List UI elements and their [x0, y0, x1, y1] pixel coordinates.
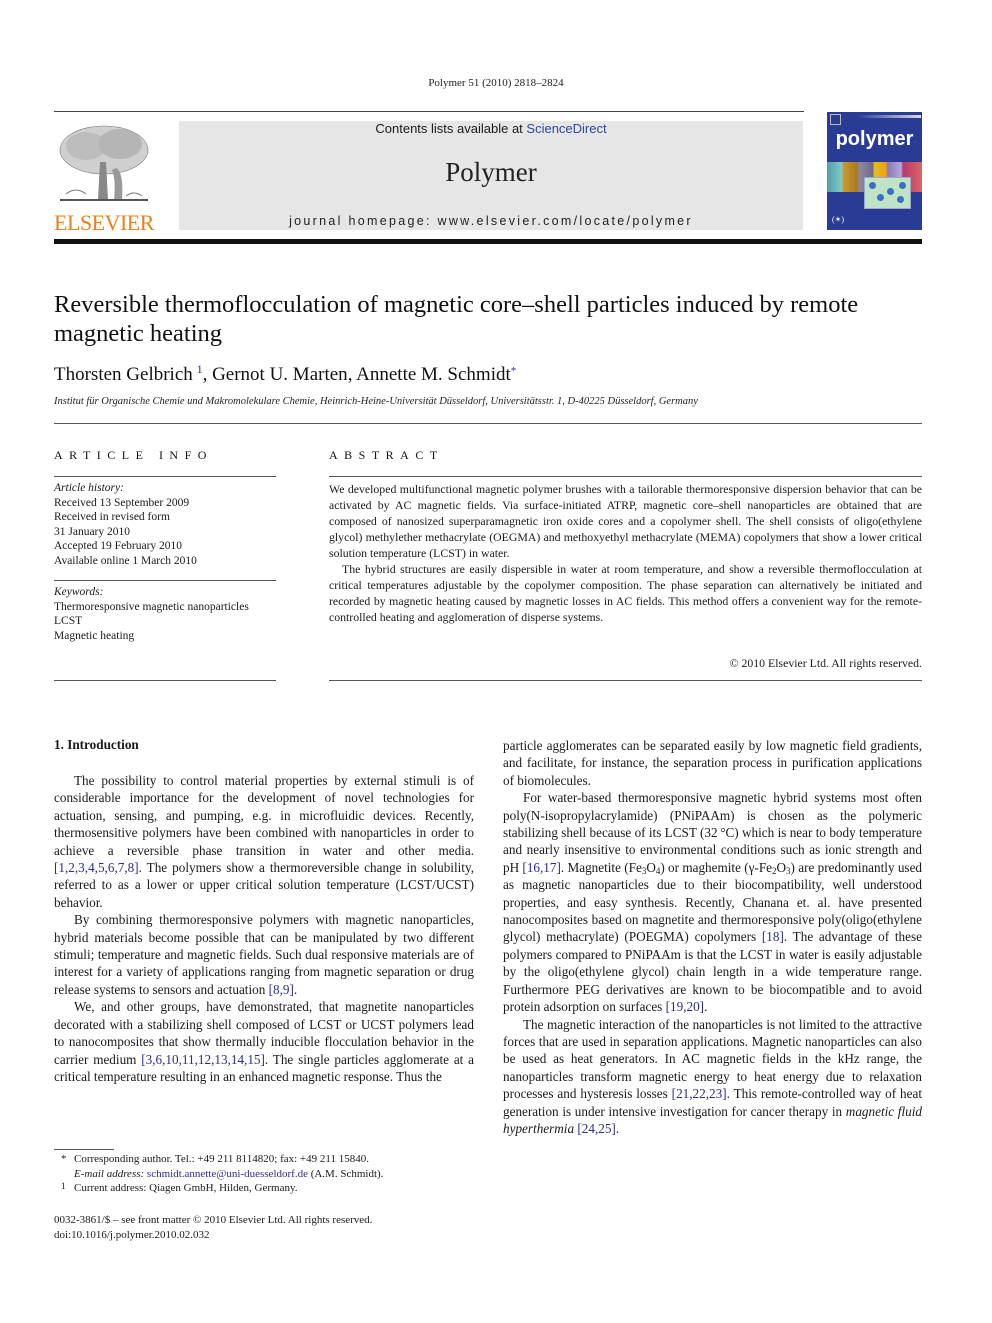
- header-thick-rule: [54, 239, 922, 244]
- citation-link[interactable]: [21,22,23]: [672, 1086, 727, 1101]
- body-column-right: particle agglomerates can be separated e…: [503, 737, 922, 1137]
- elsevier-tree-icon: [59, 125, 149, 201]
- article-info-divider: [54, 476, 276, 477]
- footnote-rule: [54, 1149, 114, 1150]
- article-title: Reversible thermoflocculation of magneti…: [54, 291, 859, 347]
- body-text: .: [615, 1120, 620, 1136]
- footnotes: * Corresponding author. Tel.: +49 211 81…: [54, 1152, 474, 1196]
- journal-name: Polymer: [445, 157, 537, 187]
- author-name[interactable]: Gernot U. Marten: [212, 364, 348, 385]
- keywords-divider: [54, 580, 276, 581]
- citation-link[interactable]: [1,2,3,4,5,6,7,8]: [54, 860, 139, 875]
- keyword: LCST: [54, 615, 83, 627]
- doi-link[interactable]: doi:10.1016/j.polymer.2010.02.032: [54, 1228, 372, 1243]
- citation-link[interactable]: [19,20]: [666, 999, 704, 1014]
- history-entry: Accepted 19 February 2010: [54, 540, 183, 552]
- header-divider: [54, 111, 804, 112]
- footnote-text: (A.M. Schmidt).: [307, 1167, 384, 1180]
- citation-link[interactable]: [18]: [762, 929, 784, 944]
- footnote-text: Current address: Qiagen GmbH, Hilden, Ge…: [74, 1182, 298, 1195]
- body-paragraph: The possibility to control material prop…: [54, 772, 474, 911]
- journal-banner: Contents lists available at ScienceDirec…: [179, 121, 803, 230]
- body-text: The possibility to control material prop…: [54, 773, 474, 858]
- contents-line: Contents lists available at ScienceDirec…: [179, 121, 803, 136]
- body-paragraph: particle agglomerates can be separated e…: [503, 738, 922, 788]
- article-info-bottom-rule: [54, 680, 276, 681]
- body-text: O: [776, 859, 787, 875]
- cover-publisher-box: [830, 114, 841, 125]
- journal-citation: Polymer 51 (2010) 2818–2824: [428, 77, 564, 89]
- elsevier-wordmark: ELSEVIER: [54, 210, 154, 235]
- author-footnote-mark[interactable]: 1: [197, 362, 203, 376]
- citation-link[interactable]: [3,6,10,11,12,13,14,15]: [141, 1052, 265, 1067]
- footnote-text: Corresponding author. Tel.: +49 211 8114…: [74, 1153, 369, 1165]
- introduction-heading: 1. Introduction: [54, 737, 139, 752]
- corresponding-author-mark[interactable]: *: [511, 365, 517, 377]
- history-entry: Received in revised form: [54, 511, 170, 523]
- keywords-block: Keywords: Thermoresponsive magnetic nano…: [54, 585, 276, 643]
- email-label: E-mail address:: [74, 1167, 147, 1180]
- cover-particle: [877, 194, 884, 201]
- abstract-copyright: © 2010 Elsevier Ltd. All rights reserved…: [729, 656, 922, 670]
- body-paragraph: The magnetic interaction of the nanopart…: [503, 1016, 922, 1138]
- cover-particle: [899, 182, 906, 189]
- footnote-corresponding: * Corresponding author. Tel.: +49 211 81…: [54, 1152, 474, 1181]
- article-info-heading: ARTICLE INFO: [54, 448, 213, 462]
- email-link[interactable]: schmidt.annette@uni-duesseldorf.de: [147, 1168, 308, 1180]
- body-text: O: [646, 859, 656, 875]
- abstract-bottom-rule: [329, 680, 922, 681]
- keyword: Magnetic heating: [54, 629, 135, 642]
- journal-homepage-link[interactable]: journal homepage: www.elsevier.com/locat…: [179, 214, 803, 228]
- author-name[interactable]: Annette M. Schmidt: [356, 364, 511, 385]
- body-text: .: [704, 999, 708, 1015]
- keyword: Thermoresponsive magnetic nanoparticles: [54, 600, 249, 613]
- body-text: . Magnetite (Fe: [560, 859, 642, 875]
- citation-link[interactable]: [8,9]: [269, 982, 294, 997]
- author-affiliation: Institut für Organische Chemie und Makro…: [54, 396, 698, 407]
- article-history-label: Article history:: [54, 482, 124, 494]
- cover-particle: [887, 188, 894, 195]
- sciencedirect-link[interactable]: ScienceDirect: [526, 121, 606, 136]
- abstract-paragraph: The hybrid structures are easily dispers…: [329, 562, 922, 624]
- page-footer: 0032-3861/$ – see front matter © 2010 El…: [54, 1213, 372, 1242]
- history-entry: 31 January 2010: [54, 525, 131, 538]
- footnote-mark: *: [61, 1153, 67, 1165]
- body-column-left: The possibility to control material prop…: [54, 772, 474, 1085]
- body-text: ) or maghemite (γ-Fe: [660, 859, 773, 875]
- history-entry: Available online 1 March 2010: [54, 554, 197, 567]
- article-history: Article history: Received 13 September 2…: [54, 481, 276, 568]
- history-entry: Received 13 September 2009: [54, 496, 190, 509]
- body-paragraph: We, and other groups, have demonstrated,…: [54, 998, 474, 1085]
- cover-top-bar: [857, 115, 921, 118]
- footnote-current-address: 1 Current address: Qiagen GmbH, Hilden, …: [54, 1181, 474, 1196]
- elsevier-logo[interactable]: ELSEVIER: [54, 120, 154, 235]
- abstract-heading: ABSTRACT: [329, 448, 444, 462]
- cover-inset-figure: [864, 177, 911, 209]
- body-text: .: [293, 981, 298, 997]
- journal-cover-image[interactable]: polymer (✶): [827, 112, 922, 230]
- footnote-mark: 1: [61, 1181, 66, 1192]
- abstract-body: We developed multifunctional magnetic po…: [329, 481, 922, 625]
- body-paragraph: For water-based thermoresponsive magneti…: [503, 789, 922, 1015]
- abstract-divider: [329, 476, 922, 477]
- contents-prefix: Contents lists available at: [375, 121, 527, 136]
- title-divider: [54, 423, 922, 424]
- abstract-paragraph: We developed multifunctional magnetic po…: [329, 482, 922, 560]
- citation-link[interactable]: [16,17]: [522, 860, 560, 875]
- body-text: By combining thermoresponsive polymers w…: [54, 912, 474, 997]
- cover-seal-icon: (✶): [832, 215, 845, 224]
- issn-line: 0032-3861/$ – see front matter © 2010 El…: [54, 1214, 373, 1226]
- cover-particle: [897, 196, 904, 203]
- author-name[interactable]: Thorsten Gelbrich: [54, 364, 193, 385]
- body-paragraph: By combining thermoresponsive polymers w…: [54, 911, 474, 998]
- author-list: Thorsten Gelbrich 1, Gernot U. Marten, A…: [54, 362, 517, 385]
- citation-link[interactable]: [24,25]: [577, 1121, 615, 1136]
- cover-particle: [869, 182, 876, 189]
- keywords-label: Keywords:: [54, 586, 104, 598]
- cover-title: polymer: [835, 128, 914, 150]
